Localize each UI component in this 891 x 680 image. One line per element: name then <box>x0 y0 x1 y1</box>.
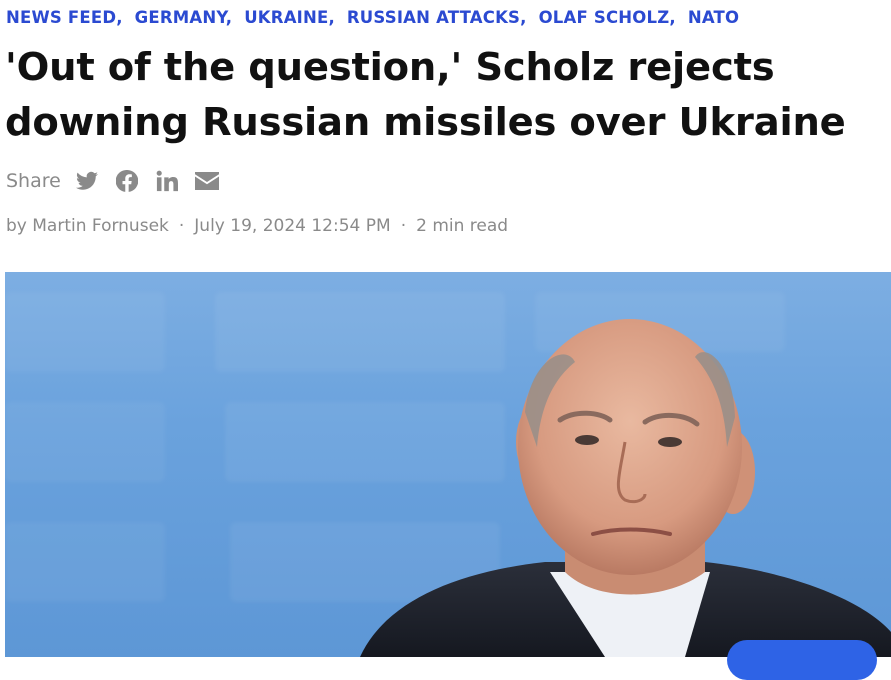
tag-news-feed[interactable]: NEWS FEED <box>6 8 116 27</box>
read-time: 2 min read <box>416 216 509 236</box>
byline: by Martin Fornusek · July 19, 2024 12:54 P… <box>6 216 509 236</box>
floating-action-button[interactable] <box>727 640 877 680</box>
person-figure <box>360 319 891 657</box>
share-label: Share <box>6 170 61 192</box>
tag-nato[interactable]: NATO <box>688 8 739 27</box>
hero-photo <box>5 272 891 657</box>
tag-list: NEWS FEED, GERMANY, UKRAINE, RUSSIAN ATT… <box>6 8 740 27</box>
author-link[interactable]: by Martin Fornusek <box>6 216 169 236</box>
tag-ukraine[interactable]: UKRAINE <box>244 8 328 27</box>
email-icon[interactable] <box>194 169 219 193</box>
tag-russian-attacks[interactable]: RUSSIAN ATTACKS <box>347 8 520 27</box>
share-bar: Share <box>6 166 235 196</box>
facebook-icon[interactable] <box>115 169 139 193</box>
publish-date: July 19, 2024 12:54 PM <box>194 216 391 236</box>
linkedin-icon[interactable] <box>155 169 179 193</box>
tag-germany[interactable]: GERMANY <box>135 8 226 27</box>
tag-olaf-scholz[interactable]: OLAF SCHOLZ <box>539 8 670 27</box>
twitter-icon[interactable] <box>75 169 99 193</box>
article-headline: 'Out of the question,' Scholz rejects do… <box>5 45 846 145</box>
